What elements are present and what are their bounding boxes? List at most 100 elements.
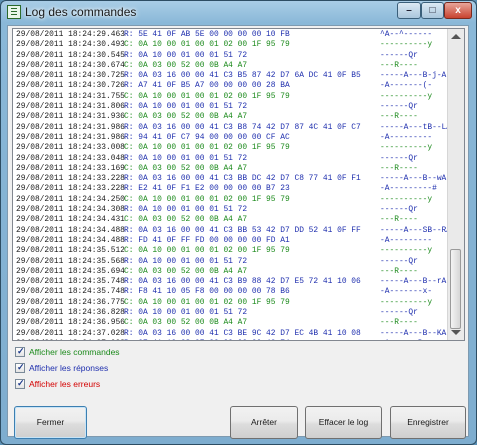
log-line: 29/08/2011 18:24:36.775 C: 0A 10 00 01 00… bbox=[16, 298, 449, 308]
log-line: 29/08/2011 18:24:30.725 R: 0A 03 16 00 00… bbox=[16, 71, 456, 81]
log-command-bytes: C: 0A 10 00 01 00 01 02 00 1F 95 79 bbox=[124, 40, 290, 50]
log-response-bytes: R: F8 41 10 05 F8 00 00 00 00 78 B6 bbox=[124, 287, 290, 297]
show-commands-label: Afficher les commandes bbox=[29, 347, 120, 357]
log-ascii: -----A---B-j-A-- bbox=[380, 71, 456, 81]
log-timestamp: 29/08/2011 18:24:31.986 bbox=[16, 122, 125, 132]
log-timestamp: 29/08/2011 18:24:34.431 bbox=[16, 215, 125, 225]
log-line: 29/08/2011 18:24:31.936 C: 0A 03 00 52 00… bbox=[16, 112, 449, 122]
log-timestamp: 29/08/2011 18:24:31.806 bbox=[16, 102, 125, 112]
log-timestamp: 29/08/2011 18:24:37.028 bbox=[16, 328, 125, 338]
log-response-bytes: R: 0A 10 00 01 00 01 51 72 bbox=[124, 256, 248, 266]
log-line: 29/08/2011 18:24:30.545 R: 0A 10 00 01 00… bbox=[16, 51, 449, 61]
scrollbar-thumb[interactable] bbox=[450, 249, 461, 329]
log-line: 29/08/2011 18:24:31.806 R: 0A 10 00 01 00… bbox=[16, 102, 449, 112]
stop-button[interactable]: Arrêter bbox=[230, 406, 298, 439]
log-line: 29/08/2011 18:24:33.048 R: 0A 10 00 01 00… bbox=[16, 154, 449, 164]
scroll-down-arrow-icon[interactable] bbox=[451, 330, 461, 335]
log-command-bytes: C: 0A 03 00 52 00 0B A4 A7 bbox=[124, 266, 248, 276]
log-line: 29/08/2011 18:24:36.956 C: 0A 03 00 52 00… bbox=[16, 318, 449, 328]
log-timestamp: 29/08/2011 18:24:35.512 bbox=[16, 246, 125, 256]
log-timestamp: 29/08/2011 18:24:31.755 bbox=[16, 91, 125, 101]
log-line: 29/08/2011 18:24:34.250 C: 0A 10 00 01 00… bbox=[16, 195, 449, 205]
log-line: 29/08/2011 18:24:37.028R: C7 41 10 08 C7… bbox=[16, 339, 449, 340]
log-timestamp: 29/08/2011 18:24:36.956 bbox=[16, 318, 125, 328]
log-timestamp: 29/08/2011 18:24:30.725 bbox=[16, 71, 125, 81]
log-response-bytes: R: 0A 10 00 01 00 01 51 72 bbox=[124, 153, 248, 163]
log-line: 29/08/2011 18:24:31.755 C: 0A 10 00 01 00… bbox=[16, 92, 449, 102]
log-ascii: ---R---- bbox=[380, 318, 418, 328]
log-line: 29/08/2011 18:24:36.828 R: 0A 10 00 01 00… bbox=[16, 308, 449, 318]
log-line: 29/08/2011 18:24:31.986 R: 0A 03 16 00 00… bbox=[16, 122, 461, 133]
log-line: 29/08/2011 18:24:30.493 C: 0A 10 00 01 00… bbox=[16, 40, 449, 50]
log-command-bytes: C: 0A 03 00 52 00 0B A4 A7 bbox=[124, 163, 248, 173]
log-timestamp: 29/08/2011 18:24:34.488 bbox=[16, 235, 125, 245]
log-ascii: -----A---B--wA-- bbox=[380, 174, 456, 184]
log-ascii: -A--------- bbox=[380, 132, 433, 142]
log-timestamp: 29/08/2011 18:24:33.008 bbox=[16, 143, 125, 153]
log-line: 29/08/2011 18:24:34.431 C: 0A 03 00 52 00… bbox=[16, 215, 449, 225]
log-ascii: ----------y bbox=[380, 40, 433, 50]
vertical-scrollbar[interactable] bbox=[447, 29, 464, 340]
log-ascii: -A--------- bbox=[380, 235, 433, 245]
title-bar[interactable]: Log des commandes – □ x bbox=[1, 1, 476, 23]
log-response-bytes: R: E2 41 0F F1 E2 00 00 00 00 B7 23 bbox=[124, 184, 290, 194]
log-textbox[interactable]: 29/08/2011 18:24:29.463 R: 5E 41 0F AB 5E… bbox=[12, 28, 465, 341]
log-timestamp: 29/08/2011 18:24:31.936 bbox=[16, 112, 125, 122]
log-ascii: -A-------(- bbox=[380, 81, 433, 91]
log-timestamp: 29/08/2011 18:24:33.048 bbox=[16, 153, 125, 163]
close-button[interactable]: Fermer bbox=[14, 406, 87, 439]
log-response-bytes: R: 0A 03 16 00 00 41 C3 BB DC 42 D7 C8 7… bbox=[124, 174, 361, 184]
dialog-body: 29/08/2011 18:24:29.463 R: 5E 41 0F AB 5E… bbox=[7, 25, 469, 439]
log-command-bytes: C: 0A 10 00 01 00 01 02 00 1F 95 79 bbox=[124, 91, 290, 101]
log-response-bytes: R: 0A 03 16 00 00 41 C3 B5 87 42 D7 6A D… bbox=[124, 71, 361, 81]
log-ascii: ---R---- bbox=[380, 266, 418, 276]
log-response-bytes: R: 0A 03 16 00 00 41 C3 B8 74 42 D7 87 4… bbox=[124, 122, 361, 132]
log-line: 29/08/2011 18:24:35.694 C: 0A 03 00 52 00… bbox=[16, 267, 449, 277]
show-responses-label: Afficher les réponses bbox=[29, 363, 109, 373]
log-lines: 29/08/2011 18:24:29.463 R: 5E 41 0F AB 5E… bbox=[16, 30, 461, 340]
log-timestamp: 29/08/2011 18:24:34.488 bbox=[16, 225, 125, 235]
log-line: 29/08/2011 18:24:34.488 R: FD 41 0F FF FD… bbox=[16, 236, 449, 246]
log-timestamp: 29/08/2011 18:24:35.694 bbox=[16, 266, 125, 276]
log-command-bytes: C: 0A 10 00 01 00 01 02 00 1F 95 79 bbox=[124, 143, 290, 153]
log-ascii: -A-------x- bbox=[380, 287, 433, 297]
log-command-bytes: C: 0A 03 00 52 00 0B A4 A7 bbox=[124, 318, 248, 328]
log-ascii: ------Qr bbox=[380, 308, 418, 318]
log-ascii: ----------y bbox=[380, 143, 433, 153]
log-timestamp: 29/08/2011 18:24:31.986 bbox=[16, 132, 125, 142]
log-window: Log des commandes – □ x 29/08/2011 18:24… bbox=[0, 0, 477, 445]
log-line: 29/08/2011 18:24:35.568 R: 0A 10 00 01 00… bbox=[16, 257, 449, 267]
checkmark-icon: ✓ bbox=[17, 362, 25, 372]
log-response-bytes: R: 0A 03 16 00 00 41 C3 BE 9C 42 D7 EC 4… bbox=[124, 328, 361, 338]
log-ascii: ---R---- bbox=[380, 215, 418, 225]
log-ascii: ----------y bbox=[380, 297, 433, 307]
log-ascii: ---R---- bbox=[380, 112, 418, 122]
close-window-button[interactable]: x bbox=[444, 2, 472, 19]
log-ascii: ----------y bbox=[380, 194, 433, 204]
maximize-button[interactable]: □ bbox=[421, 2, 444, 19]
log-timestamp: 29/08/2011 18:24:34.308 bbox=[16, 205, 125, 215]
save-button[interactable]: Enregistrer bbox=[390, 406, 466, 439]
clear-log-button[interactable]: Effacer le log bbox=[305, 406, 382, 439]
log-response-bytes: R: 94 41 0F C7 94 00 00 00 00 CF AC bbox=[124, 132, 290, 142]
log-line: 29/08/2011 18:24:30.674 C: 0A 03 00 52 00… bbox=[16, 61, 449, 71]
checkmark-icon: ✓ bbox=[17, 346, 25, 356]
log-line: 29/08/2011 18:24:35.748 R: 0A 03 16 00 00… bbox=[16, 277, 456, 287]
log-command-bytes: C: 0A 03 00 52 00 0B A4 A7 bbox=[124, 215, 248, 225]
log-line: 29/08/2011 18:24:33.228 R: E2 41 0F F1 E2… bbox=[16, 184, 449, 194]
log-ascii: -A---------# bbox=[380, 184, 437, 194]
log-timestamp: 29/08/2011 18:24:36.828 bbox=[16, 308, 125, 318]
minimize-button[interactable]: – bbox=[397, 2, 421, 19]
log-response-bytes: R: 0A 10 00 01 00 01 51 72 bbox=[124, 205, 248, 215]
log-timestamp: 29/08/2011 18:24:33.228 bbox=[16, 184, 125, 194]
log-ascii: ------Qr bbox=[380, 102, 418, 112]
log-line: 29/08/2011 18:24:33.228 R: 0A 03 16 00 00… bbox=[16, 174, 456, 184]
log-response-bytes: R: 0A 10 00 01 00 01 51 72 bbox=[124, 102, 248, 112]
show-responses-checkbox[interactable]: ✓ bbox=[15, 362, 25, 373]
log-line: 29/08/2011 18:24:35.512 C: 0A 10 00 01 00… bbox=[16, 246, 449, 256]
show-errors-checkbox[interactable]: ✓ bbox=[15, 378, 25, 389]
show-commands-checkbox[interactable]: ✓ bbox=[15, 346, 25, 357]
log-line: 29/08/2011 18:24:37.028 R: 0A 03 16 00 00… bbox=[16, 328, 456, 339]
log-ascii: ------Qr bbox=[380, 205, 418, 215]
scroll-up-arrow-icon[interactable] bbox=[451, 34, 461, 39]
